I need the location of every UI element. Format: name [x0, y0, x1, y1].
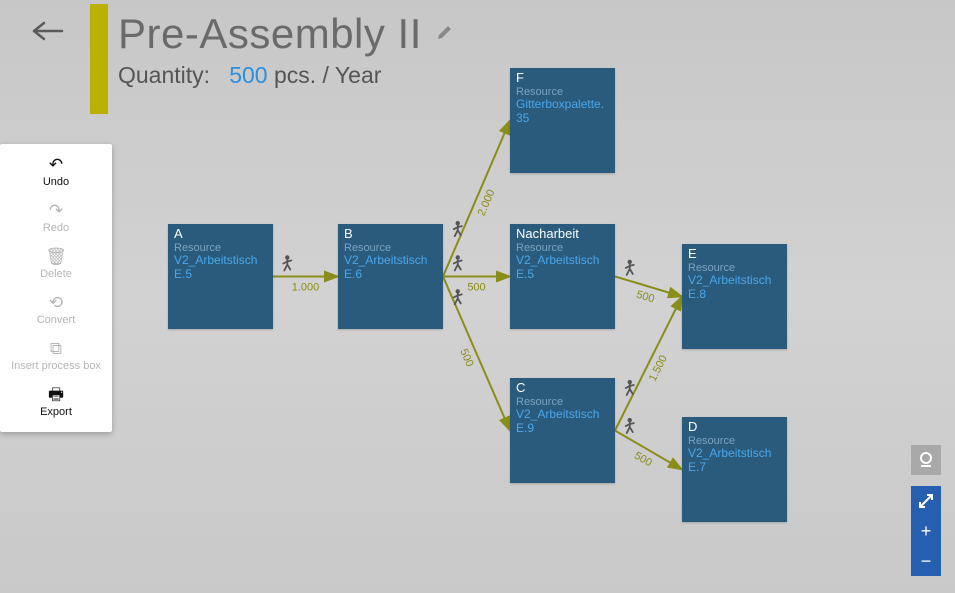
node-title: Nacharbeit — [516, 227, 609, 242]
walk-icon — [626, 260, 634, 275]
walk-icon — [626, 380, 634, 395]
node-resource: V2_Arbeitstisch E.9 — [516, 408, 609, 436]
edge-label: 1.000 — [292, 282, 320, 294]
walk-icon — [626, 418, 634, 433]
fullscreen-button[interactable] — [911, 486, 941, 516]
diagram-canvas[interactable]: 1.000 2.000 500 500 500 1.500 500 AResourceV2_… — [0, 0, 955, 593]
node-title: D — [688, 420, 781, 435]
node-resource: V2_Arbeitstisch E.8 — [688, 274, 781, 302]
edge-B-F — [443, 121, 510, 277]
zoom-out-button[interactable]: − — [911, 546, 941, 576]
edge-label: 500 — [467, 282, 485, 294]
node-resource: V2_Arbeitstisch E.6 — [344, 254, 437, 282]
process-box-A[interactable]: AResourceV2_Arbeitstisch E.5 — [168, 224, 273, 329]
edge-B-C — [443, 277, 510, 431]
node-title: C — [516, 381, 609, 396]
edge-label: 500 — [632, 450, 654, 470]
edges-layer: 1.000 2.000 500 500 500 1.500 500 — [0, 0, 955, 593]
walk-icon — [454, 289, 462, 304]
edge-N-E — [615, 277, 682, 297]
walk-icon — [283, 255, 291, 270]
walk-icon — [454, 221, 462, 236]
node-title: A — [174, 227, 267, 242]
fit-view-button[interactable] — [911, 445, 941, 475]
node-title: F — [516, 71, 609, 86]
edge-label: 500 — [457, 347, 475, 369]
node-resource: V2_Arbeitstisch E.5 — [174, 254, 267, 282]
process-box-B[interactable]: BResourceV2_Arbeitstisch E.6 — [338, 224, 443, 329]
edge-label: 1.500 — [647, 353, 670, 383]
zoom-in-button[interactable]: + — [911, 516, 941, 546]
edge-label: 500 — [635, 289, 656, 306]
node-title: E — [688, 247, 781, 262]
node-resource: Gitterboxpalette.35 — [516, 98, 609, 126]
process-box-N[interactable]: NacharbeitResourceV2_Arbeitstisch E.5 — [510, 224, 615, 329]
process-box-E[interactable]: EResourceV2_Arbeitstisch E.8 — [682, 244, 787, 349]
walk-icon — [454, 255, 462, 270]
process-box-C[interactable]: CResourceV2_Arbeitstisch E.9 — [510, 378, 615, 483]
edge-label: 2.000 — [476, 188, 498, 218]
edge-C-E — [615, 297, 682, 431]
node-title: B — [344, 227, 437, 242]
edge-C-D — [615, 431, 682, 470]
process-box-F[interactable]: FResourceGitterboxpalette.35 — [510, 68, 615, 173]
node-resource: V2_Arbeitstisch E.7 — [688, 447, 781, 475]
process-box-D[interactable]: DResourceV2_Arbeitstisch E.7 — [682, 417, 787, 522]
node-resource: V2_Arbeitstisch E.5 — [516, 254, 609, 282]
